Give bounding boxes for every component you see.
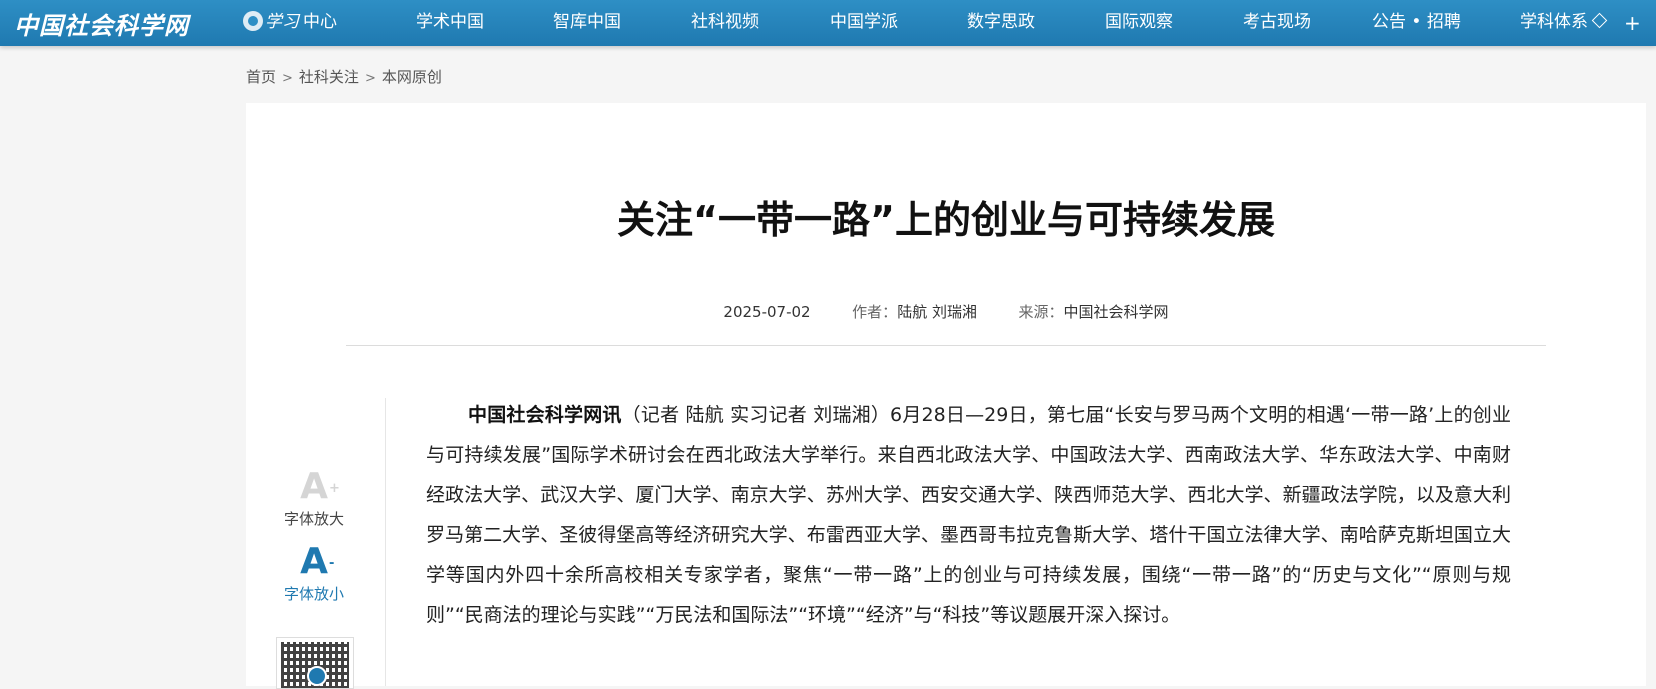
- article-body: 中国社会科学网讯（记者 陆航 实习记者 刘瑞湘）6月28日—29日，第七届“长安…: [426, 395, 1511, 635]
- nav-item-chinese-school[interactable]: 中国学派: [830, 0, 898, 46]
- qr-center-logo-icon: [307, 666, 327, 686]
- nav-item-international[interactable]: 国际观察: [1105, 0, 1173, 46]
- font-enlarge-label: 字体放大: [283, 510, 344, 528]
- site-logo[interactable]: 中国社会科学网: [14, 6, 189, 41]
- study-center-label: 中心: [303, 12, 337, 32]
- breadcrumb-separator: >: [364, 71, 376, 86]
- article-meta: 2025-07-02 作者：陆航 刘瑞湘 来源：中国社会科学网: [246, 301, 1646, 322]
- article-source: 中国社会科学网: [1063, 303, 1169, 321]
- article-author: 陆航 刘瑞湘: [897, 303, 977, 321]
- font-shrink-icon: A-: [300, 541, 335, 582]
- article-date: 2025-07-02: [723, 303, 811, 321]
- breadcrumb-separator: >: [282, 71, 293, 86]
- nav-item-video[interactable]: 社科视频: [691, 0, 759, 46]
- qr-code-icon: [276, 637, 354, 689]
- breadcrumb: 首页 > 社科关注 > 本网原创: [246, 66, 442, 87]
- font-shrink-label: 字体放小: [283, 585, 344, 603]
- source-label: 来源：: [1018, 303, 1064, 321]
- diamond-icon: [1591, 12, 1608, 29]
- article-title: 关注“一带一路”上的创业与可持续发展: [617, 198, 1275, 242]
- article-lead: 中国社会科学网讯: [468, 404, 622, 426]
- article-body-text: （记者 陆航 实习记者 刘瑞湘）6月28日—29日，第七届“长安与罗马两个文明的…: [426, 404, 1511, 626]
- breadcrumb-social-focus[interactable]: 社科关注: [299, 68, 359, 86]
- breadcrumb-original[interactable]: 本网原创: [382, 68, 442, 86]
- font-enlarge-icon: A +: [300, 466, 340, 507]
- more-plus-icon[interactable]: +: [1624, 0, 1641, 46]
- study-center-script: 学习: [265, 12, 299, 32]
- study-logo-icon: [243, 11, 263, 31]
- nav-item-disciplines-label: 学科体系: [1520, 12, 1588, 32]
- sidebar-divider: [385, 398, 386, 686]
- nav-item-disciplines[interactable]: 学科体系: [1520, 0, 1608, 46]
- article-card: 关注“一带一路”上的创业与可持续发展 2025-07-02 作者：陆航 刘瑞湘 …: [246, 103, 1646, 689]
- nav-item-think-tank[interactable]: 智库中国: [553, 0, 621, 46]
- font-enlarge-button[interactable]: A + 字体放大: [269, 468, 359, 529]
- meta-divider: [346, 345, 1546, 346]
- top-nav-bar: 中国社会科学网 学习 中心 学术中国 智库中国 社科视频 中国学派 数字思政 国际…: [0, 0, 1656, 46]
- nav-study-center[interactable]: 学习 中心: [243, 0, 337, 46]
- nav-item-academic-china[interactable]: 学术中国: [416, 0, 484, 46]
- author-label: 作者：: [852, 303, 898, 321]
- nav-item-digital-politics[interactable]: 数字思政: [967, 0, 1035, 46]
- nav-item-archaeology[interactable]: 考古现场: [1243, 0, 1311, 46]
- breadcrumb-home[interactable]: 首页: [246, 68, 276, 86]
- nav-item-notice-jobs[interactable]: 公告 • 招聘: [1372, 0, 1461, 46]
- font-shrink-button[interactable]: A- 字体放小: [269, 543, 359, 604]
